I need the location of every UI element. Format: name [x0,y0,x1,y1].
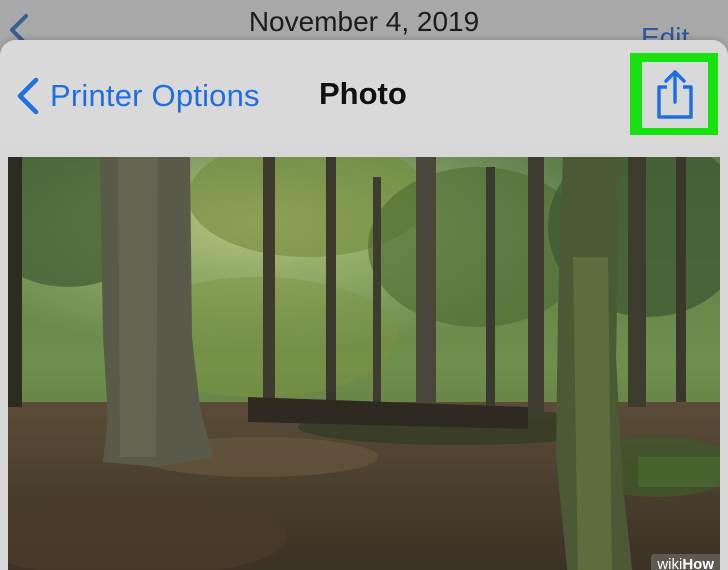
background-date-title: November 4, 2019 [248,6,480,37]
share-button[interactable] [642,62,708,128]
page-title: Photo [319,76,407,111]
wikihow-watermark: wikiHow [651,554,720,570]
watermark-how: How [682,556,714,570]
photo-navbar: Printer Options Photo [0,40,728,144]
share-icon [657,70,693,119]
back-button-label: Printer Options [50,78,260,113]
chevron-left-icon [17,77,39,115]
watermark-wiki: wiki [657,556,683,570]
forest-photo[interactable]: wikiHow [8,157,720,570]
forest-photo-image [8,157,720,570]
photo-sheet: Printer Options Photo wikiHow [0,40,728,570]
back-button[interactable]: Printer Options [14,74,260,118]
